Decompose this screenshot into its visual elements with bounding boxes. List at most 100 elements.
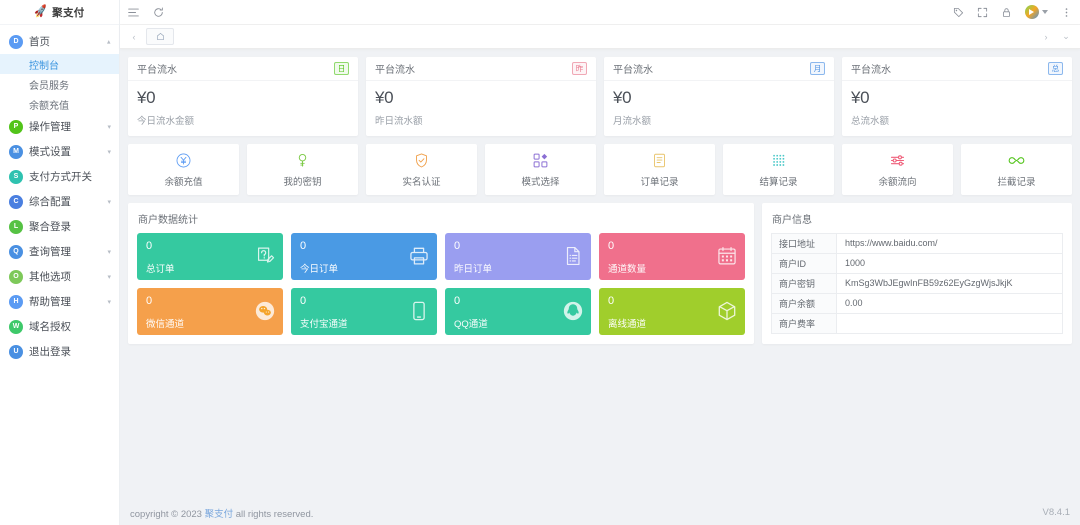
stat-card-title: 平台流水 [613, 61, 653, 76]
tabbar: ‹ › ⌄ [120, 25, 1080, 49]
sidebar-item-label: 其他选项 [29, 269, 105, 284]
sidebar-item-操作管理[interactable]: P 操作管理▾ [0, 114, 119, 139]
chevron-down-icon: ▾ [107, 273, 111, 281]
stat-tile-通道数量[interactable]: 0 通道数量 [599, 233, 745, 280]
sidebar-item-label: 域名授权 [29, 319, 111, 334]
tag-icon[interactable] [953, 7, 964, 18]
stat-tile-总订单[interactable]: 0 总订单 [137, 233, 283, 280]
merchant-info-key: 商户ID [772, 254, 837, 273]
sidebar-item-退出登录[interactable]: U 退出登录 [0, 339, 119, 364]
shortcut-label: 结算记录 [759, 174, 797, 188]
sidebar-item-支付方式开关[interactable]: S 支付方式开关 [0, 164, 119, 189]
mobile-icon [408, 300, 430, 322]
shortcut-余额充值[interactable]: 余额充值 [128, 144, 239, 195]
merchant-info-value [837, 314, 1062, 333]
sidebar-item-综合配置[interactable]: C 综合配置▾ [0, 189, 119, 214]
shortcut-模式选择[interactable]: 模式选择 [485, 144, 596, 195]
sidebar-item-聚合登录[interactable]: L 聚合登录 [0, 214, 119, 239]
stat-card: 平台流水 月 ¥0 月流水额 [604, 57, 834, 136]
cube-icon [716, 300, 738, 322]
sidebar-item-icon: P [9, 120, 23, 134]
stat-card: 平台流水 总 ¥0 总流水额 [842, 57, 1072, 136]
chevron-up-icon: ▾ [107, 38, 111, 46]
lock-icon[interactable] [1001, 7, 1012, 18]
tab-home[interactable] [146, 28, 174, 45]
sidebar-item-icon: C [9, 195, 23, 209]
stat-tiles-grid: 0 总订单 0 今日订单 0 昨日订单 0 通道数量 0 微信通道 [128, 233, 754, 335]
sidebar-item-label: 模式设置 [29, 144, 105, 159]
avatar[interactable] [1025, 5, 1048, 19]
stat-tile-微信通道[interactable]: 0 微信通道 [137, 288, 283, 335]
shield-check-icon [413, 151, 430, 170]
stat-card-badge: 总 [1048, 62, 1063, 75]
sidebar-item-模式设置[interactable]: M 模式设置▾ [0, 139, 119, 164]
merchant-info-row: 商户ID 1000 [772, 253, 1062, 273]
shortcut-拦截记录[interactable]: 拦截记录 [961, 144, 1072, 195]
stat-tile-离线通道[interactable]: 0 离线通道 [599, 288, 745, 335]
sidebar-submenu: 控制台会员服务余额充值 [0, 54, 119, 114]
sidebar-subitem-余额充值[interactable]: 余额充值 [0, 94, 119, 114]
file-list-icon [562, 245, 584, 267]
merchant-info-value: KmSg3WbJEgwInFB59z62EyGzgWjsJkjK [837, 274, 1062, 293]
stat-tile-今日订单[interactable]: 0 今日订单 [291, 233, 437, 280]
chevron-down-icon [1042, 10, 1048, 14]
wechat-icon [254, 300, 276, 322]
footer-brand-link[interactable]: 聚支付 [205, 509, 234, 520]
shortcut-我的密钥[interactable]: 我的密钥 [247, 144, 358, 195]
note-edit-icon [254, 245, 276, 267]
sidebar-item-icon: W [9, 320, 23, 334]
tab-next-button[interactable]: › [1036, 25, 1056, 49]
merchant-info-value: 0.00 [837, 294, 1062, 313]
stat-card-value: ¥0 [375, 88, 587, 108]
sidebar-item-icon: Q [9, 245, 23, 259]
sidebar-item-首页[interactable]: D 首页▾ [0, 29, 119, 54]
footer-prefix: copyright © 2023 [130, 509, 205, 520]
sidebar-item-帮助管理[interactable]: H 帮助管理▾ [0, 289, 119, 314]
stat-tile-支付宝通道[interactable]: 0 支付宝通道 [291, 288, 437, 335]
stat-tile-昨日订单[interactable]: 0 昨日订单 [445, 233, 591, 280]
stat-card-header: 平台流水 总 [842, 57, 1072, 81]
sidebar-item-其他选项[interactable]: O 其他选项▾ [0, 264, 119, 289]
hamburger-icon[interactable] [128, 7, 139, 18]
stat-card-value: ¥0 [613, 88, 825, 108]
tab-dropdown-button[interactable]: ⌄ [1056, 25, 1076, 49]
tab-prev-button[interactable]: ‹ [124, 25, 144, 49]
shortcut-结算记录[interactable]: 结算记录 [723, 144, 834, 195]
sidebar-subitem-会员服务[interactable]: 会员服务 [0, 74, 119, 94]
sidebar-item-label: 综合配置 [29, 194, 105, 209]
shortcut-余额流向[interactable]: 余额流向 [842, 144, 953, 195]
sidebar-subitem-控制台[interactable]: 控制台 [0, 54, 119, 74]
sidebar-item-label: 退出登录 [29, 344, 111, 359]
brand-name: 聚支付 [52, 5, 84, 20]
more-vertical-icon[interactable] [1061, 7, 1072, 18]
stat-card-header: 平台流水 昨 [366, 57, 596, 81]
merchant-info-value: https://www.baidu.com/ [837, 234, 1062, 253]
stat-card-body: ¥0 今日流水金额 [128, 81, 358, 136]
shortcut-实名认证[interactable]: 实名认证 [366, 144, 477, 195]
shortcut-订单记录[interactable]: 订单记录 [604, 144, 715, 195]
shortcut-label: 余额流向 [878, 174, 916, 188]
refresh-icon[interactable] [153, 7, 164, 18]
chevron-down-icon: ▾ [107, 148, 111, 156]
footer-suffix: all rights reserved. [233, 509, 313, 520]
sidebar-item-icon: O [9, 270, 23, 284]
fullscreen-icon[interactable] [977, 7, 988, 18]
sidebar-item-查询管理[interactable]: Q 查询管理▾ [0, 239, 119, 264]
chevron-down-icon: ▾ [107, 298, 111, 306]
merchant-info-panel: 商户信息 接口地址 https://www.baidu.com/商户ID 100… [762, 203, 1072, 344]
stat-card-badge: 昨 [572, 62, 587, 75]
sidebar-item-icon: S [9, 170, 23, 184]
sidebar-item-域名授权[interactable]: W 域名授权 [0, 314, 119, 339]
lower-section: 商户数据统计 0 总订单 0 今日订单 0 昨日订单 0 通道数量 0 微 [128, 203, 1072, 344]
avatar-image [1025, 5, 1039, 19]
brand-logo[interactable]: 🚀 聚支付 [0, 0, 119, 25]
yen-circle-icon [175, 151, 192, 170]
shortcut-label: 实名认证 [402, 174, 440, 188]
sidebar-item-icon: D [9, 35, 23, 49]
topbar [120, 0, 1080, 25]
sidebar-item-icon: M [9, 145, 23, 159]
merchant-info-key: 商户密钥 [772, 274, 837, 293]
stat-card-body: ¥0 总流水额 [842, 81, 1072, 136]
stat-tile-QQ通道[interactable]: 0 QQ通道 [445, 288, 591, 335]
stat-card: 平台流水 昨 ¥0 昨日流水额 [366, 57, 596, 136]
